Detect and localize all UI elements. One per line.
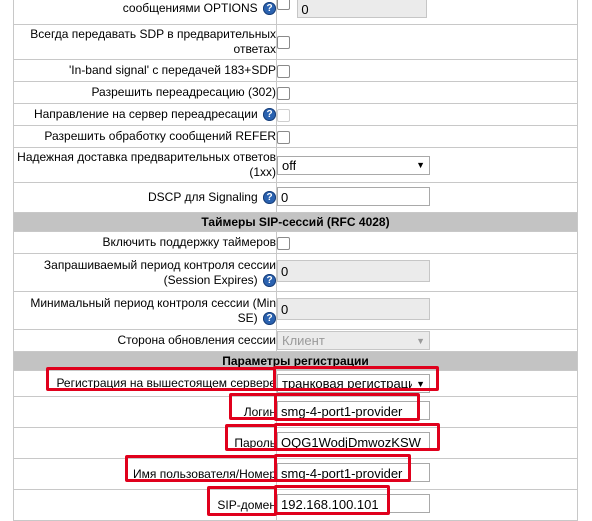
inband-checkbox[interactable]	[277, 64, 290, 78]
redirect302-checkbox[interactable]	[277, 86, 290, 100]
username-input[interactable]: smg-4-port1-provider	[277, 463, 430, 482]
reliable-select-value: off	[282, 157, 297, 173]
sdp-label: Всегда передавать SDP в предварительных …	[13, 24, 277, 60]
minse-input[interactable]: 0	[277, 298, 430, 320]
settings-panel: сообщениями OPTIONS ? 0 Всегда передават…	[13, 0, 578, 521]
timers-enable-checkbox[interactable]	[277, 236, 290, 250]
timers-enable-label: Включить поддержку таймеров	[13, 231, 277, 254]
expires-label: Запрашиваемый период контроля сессии (Se…	[43, 257, 276, 287]
help-icon[interactable]: ?	[263, 191, 276, 205]
reliable-row: Надежная доставка предварительных ответо…	[13, 147, 578, 183]
username-label: Имя пользователя/Номер	[13, 458, 277, 490]
upstream-row: Регистрация на вышестоящем сервере транк…	[13, 370, 578, 397]
chevron-down-icon: ▼	[416, 335, 425, 346]
password-row: Пароль OQG1WodjDmwozKSW	[13, 427, 578, 459]
timers-section-title: Таймеры SIP-сессий (RFC 4028)	[13, 212, 578, 232]
options-label-cell: сообщениями OPTIONS ?	[13, 0, 277, 25]
domain-row: SIP-домен 192.168.100.101	[13, 489, 578, 521]
refresher-select[interactable]: Клиент ▼	[277, 331, 430, 350]
options-label: сообщениями OPTIONS	[122, 1, 258, 15]
reliable-select[interactable]: off ▼	[277, 155, 430, 175]
refer-checkbox[interactable]	[277, 130, 290, 144]
sip-settings-table: сообщениями OPTIONS ? 0 Всегда передават…	[13, 0, 578, 521]
expires-input[interactable]: 0	[277, 260, 430, 282]
domain-input[interactable]: 192.168.100.101	[277, 494, 430, 513]
timers-section-header: Таймеры SIP-сессий (RFC 4028)	[13, 212, 578, 232]
help-icon[interactable]: ?	[263, 311, 276, 325]
timers-enable-row: Включить поддержку таймеров	[13, 231, 578, 254]
minse-label: Минимальный период контроля сессии (Min …	[30, 295, 276, 325]
username-row: Имя пользователя/Номер smg-4-port1-provi…	[13, 458, 578, 490]
redirect-dir-row: Направление на сервер переадресации ?	[13, 103, 578, 126]
redirect-dir-checkbox[interactable]	[277, 108, 290, 122]
options-checkbox[interactable]	[277, 0, 290, 10]
options-row: сообщениями OPTIONS ? 0	[13, 0, 578, 25]
password-input[interactable]: OQG1WodjDmwozKSW	[277, 432, 430, 451]
domain-label: SIP-домен	[13, 489, 277, 521]
dscp-input[interactable]: 0	[277, 186, 430, 206]
chevron-down-icon: ▼	[416, 160, 425, 170]
refresher-label: Сторона обновления сессии	[13, 329, 277, 352]
minse-label-cell: Минимальный период контроля сессии (Min …	[13, 291, 277, 330]
reliable-label: Надежная доставка предварительных ответо…	[13, 147, 277, 183]
refer-label: Разрешить обработку сообщений REFER	[13, 125, 277, 148]
minse-row: Минимальный период контроля сессии (Min …	[13, 291, 578, 330]
help-icon[interactable]: ?	[263, 108, 276, 122]
dscp-row: DSCP для Signaling ? 0	[13, 182, 578, 213]
options-value-cell: 0	[276, 0, 578, 25]
expires-label-cell: Запрашиваемый период контроля сессии (Se…	[13, 253, 277, 292]
help-icon[interactable]: ?	[263, 2, 276, 16]
expires-row: Запрашиваемый период контроля сессии (Se…	[13, 253, 578, 292]
dscp-label: DSCP для Signaling	[147, 190, 258, 204]
dscp-label-cell: DSCP для Signaling ?	[13, 182, 277, 213]
inband-row: 'In-band signal' с передачей 183+SDP	[13, 59, 578, 82]
help-icon[interactable]: ?	[263, 273, 276, 287]
refresher-select-value: Клиент	[282, 333, 325, 348]
chevron-down-icon: ▼	[416, 378, 425, 389]
redirect-dir-label-cell: Направление на сервер переадресации ?	[13, 103, 277, 126]
password-label: Пароль	[13, 427, 277, 459]
upstream-label: Регистрация на вышестоящем сервере	[13, 370, 277, 397]
sdp-row: Всегда передавать SDP в предварительных …	[13, 24, 578, 60]
inband-label: 'In-band signal' с передачей 183+SDP	[13, 59, 277, 82]
upstream-select-value: транковая регистраци	[282, 376, 413, 391]
redirect302-row: Разрешить переадресацию (302)	[13, 81, 578, 104]
registration-section-header: Параметры регистрации	[13, 351, 578, 371]
sdp-checkbox[interactable]	[277, 36, 290, 50]
redirect302-label: Разрешить переадресацию (302)	[13, 81, 277, 104]
options-input[interactable]: 0	[297, 0, 428, 18]
redirect-dir-label: Направление на сервер переадресации	[33, 107, 258, 121]
refresher-row: Сторона обновления сессии Клиент ▼	[13, 329, 578, 352]
upstream-select[interactable]: транковая регистраци ▼	[277, 374, 430, 393]
login-input[interactable]: smg-4-port1-provider	[277, 401, 430, 420]
login-row: Логин smg-4-port1-provider	[13, 396, 578, 428]
refer-row: Разрешить обработку сообщений REFER	[13, 125, 578, 148]
login-label: Логин	[13, 396, 277, 428]
registration-section-title: Параметры регистрации	[13, 351, 578, 371]
